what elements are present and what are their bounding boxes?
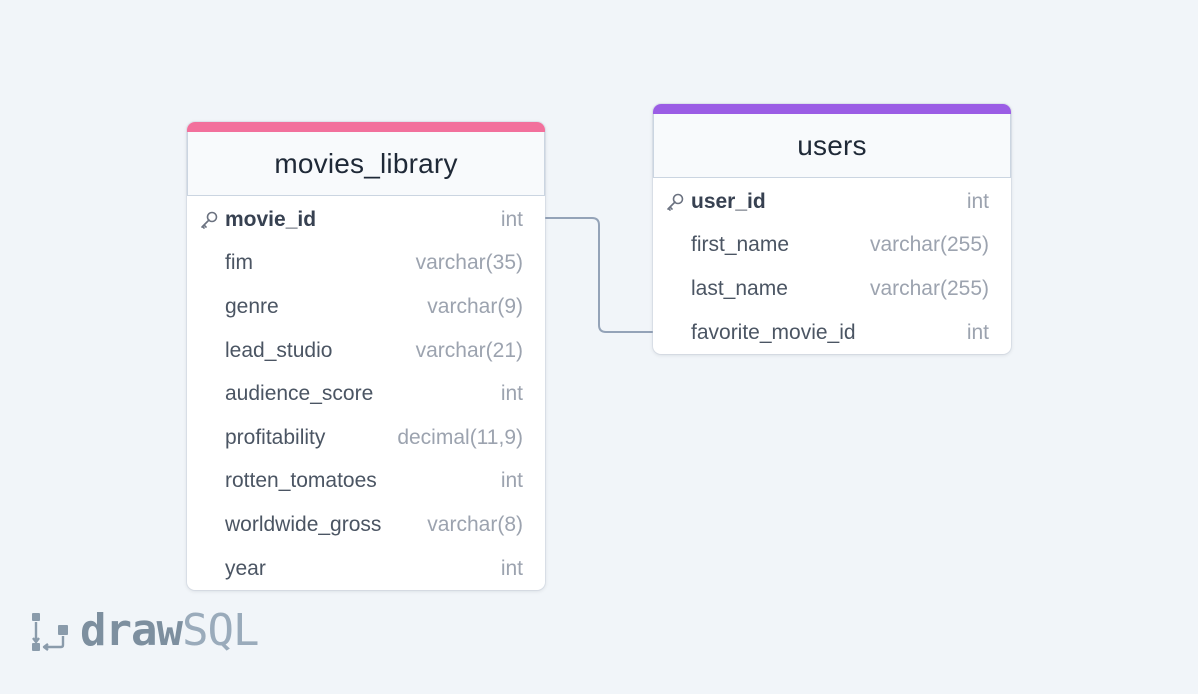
drawsql-logo-text: drawSQL: [80, 609, 259, 653]
column-type: varchar(8): [427, 512, 523, 536]
column-name: favorite_movie_id: [691, 320, 856, 344]
table-movies-library[interactable]: movies_library movie_id int fim varchar(…: [187, 122, 545, 590]
table-title[interactable]: users: [653, 114, 1011, 178]
column-type: varchar(255): [869, 233, 989, 257]
column-name: lead_studio: [225, 338, 333, 362]
column-row-movie-id[interactable]: movie_id int: [187, 198, 545, 242]
column-row-audience-score[interactable]: audience_score int: [187, 372, 545, 416]
column-list: movie_id int fim varchar(35) genre varch…: [187, 196, 545, 590]
table-accent-bar: [187, 122, 545, 132]
column-type: int: [966, 189, 989, 213]
column-name: last_name: [691, 276, 788, 300]
column-name: rotten_tomatoes: [225, 469, 377, 493]
column-type: varchar(255): [869, 276, 989, 300]
relation-line-movie-id-to-favorite-movie-id[interactable]: [545, 217, 653, 333]
column-name: fim: [225, 251, 253, 275]
table-title[interactable]: movies_library: [187, 132, 545, 196]
column-type: varchar(35): [415, 251, 523, 275]
column-name: genre: [225, 294, 279, 318]
key-icon: [201, 211, 218, 229]
column-row-worldwide-gross[interactable]: worldwide_gross varchar(8): [187, 503, 545, 547]
column-name: year: [225, 556, 266, 580]
column-type: int: [500, 207, 523, 231]
column-type: int: [500, 382, 523, 406]
column-type: decimal(11,9): [397, 425, 523, 449]
column-row-lead-studio[interactable]: lead_studio varchar(21): [187, 329, 545, 373]
column-row-user-id[interactable]: user_id int: [653, 180, 1011, 224]
column-name: user_id: [691, 189, 766, 213]
column-row-last-name[interactable]: last_name varchar(255): [653, 267, 1011, 311]
column-name: movie_id: [225, 207, 317, 231]
column-type: varchar(21): [415, 338, 523, 362]
column-type: varchar(9): [427, 294, 523, 318]
column-type: int: [500, 469, 523, 493]
drawsql-logo-icon: [32, 613, 68, 651]
column-name: worldwide_gross: [225, 512, 382, 536]
key-icon: [667, 193, 684, 211]
logo-text-bold: draw: [80, 605, 183, 656]
column-type: int: [500, 556, 523, 580]
relation-links: [545, 217, 653, 333]
column-name: first_name: [691, 233, 790, 257]
column-row-rotten-tomatoes[interactable]: rotten_tomatoes int: [187, 460, 545, 504]
table-accent-bar: [653, 104, 1011, 114]
diagram-canvas[interactable]: movies_library movie_id int fim varchar(…: [0, 0, 1198, 694]
column-row-year[interactable]: year int: [187, 547, 545, 590]
column-row-first-name[interactable]: first_name varchar(255): [653, 224, 1011, 268]
column-list: user_id int first_name varchar(255) last…: [653, 178, 1011, 354]
drawsql-logo: drawSQL: [30, 606, 259, 656]
table-users[interactable]: users user_id int first_name varchar(255…: [653, 104, 1011, 354]
column-name: audience_score: [225, 382, 374, 406]
column-row-genre[interactable]: genre varchar(9): [187, 285, 545, 329]
column-row-fim[interactable]: fim varchar(35): [187, 242, 545, 286]
column-type: int: [966, 320, 989, 344]
column-name: profitability: [225, 425, 326, 449]
column-row-profitability[interactable]: profitability decimal(11,9): [187, 416, 545, 460]
logo-text-light: SQL: [181, 605, 259, 656]
column-row-favorite-movie-id[interactable]: favorite_movie_id int: [653, 311, 1011, 354]
